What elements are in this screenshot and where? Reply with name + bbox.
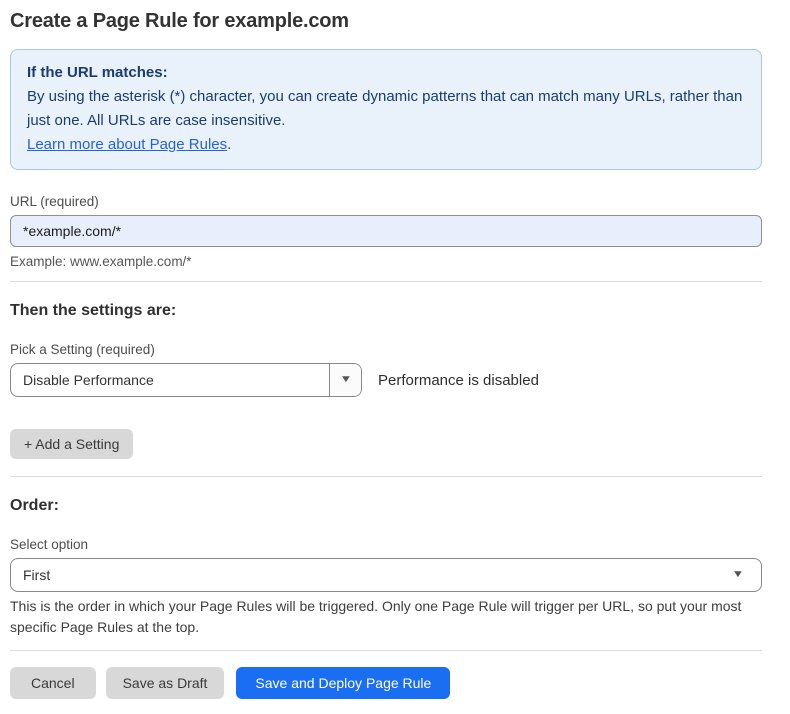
save-as-draft-button[interactable]: Save as Draft xyxy=(106,667,225,699)
setting-status-text: Performance is disabled xyxy=(378,372,539,389)
divider xyxy=(10,281,762,282)
info-box-link-line: Learn more about Page Rules. xyxy=(27,133,745,157)
page-rule-form: Create a Page Rule for example.com If th… xyxy=(0,0,790,699)
setting-dropdown[interactable]: Disable Performance ▼ xyxy=(10,363,362,397)
url-example-text: Example: www.example.com/* xyxy=(10,254,762,269)
info-box-heading: If the URL matches: xyxy=(27,61,745,85)
order-select-label: Select option xyxy=(10,537,762,552)
save-and-deploy-button[interactable]: Save and Deploy Page Rule xyxy=(236,667,450,699)
page-title: Create a Page Rule for example.com xyxy=(10,10,762,33)
order-section-heading: Order: xyxy=(10,497,762,515)
divider xyxy=(10,476,762,477)
order-dropdown[interactable]: First ▼ xyxy=(10,558,762,592)
settings-section-heading: Then the settings are: xyxy=(10,302,762,320)
cancel-button[interactable]: Cancel xyxy=(10,667,96,699)
caret-down-icon: ▼ xyxy=(732,570,745,580)
order-help-text: This is the order in which your Page Rul… xyxy=(10,596,750,638)
learn-more-link[interactable]: Learn more about Page Rules xyxy=(27,136,227,153)
url-input[interactable] xyxy=(10,215,762,247)
pick-setting-label: Pick a Setting (required) xyxy=(10,342,762,357)
divider xyxy=(10,650,762,651)
footer-actions: Cancel Save as Draft Save and Deploy Pag… xyxy=(10,667,762,699)
setting-dropdown-value: Disable Performance xyxy=(11,364,329,396)
link-suffix: . xyxy=(227,136,231,153)
add-setting-button[interactable]: + Add a Setting xyxy=(10,429,133,459)
url-field-label: URL (required) xyxy=(10,194,762,209)
setting-row: Disable Performance ▼ Performance is dis… xyxy=(10,363,762,397)
info-box-body: By using the asterisk (*) character, you… xyxy=(27,85,745,133)
caret-down-icon: ▼ xyxy=(339,375,352,385)
setting-dropdown-caret-button[interactable]: ▼ xyxy=(329,364,361,396)
url-match-info-box: If the URL matches: By using the asteris… xyxy=(10,49,762,170)
order-dropdown-value: First xyxy=(11,567,733,583)
